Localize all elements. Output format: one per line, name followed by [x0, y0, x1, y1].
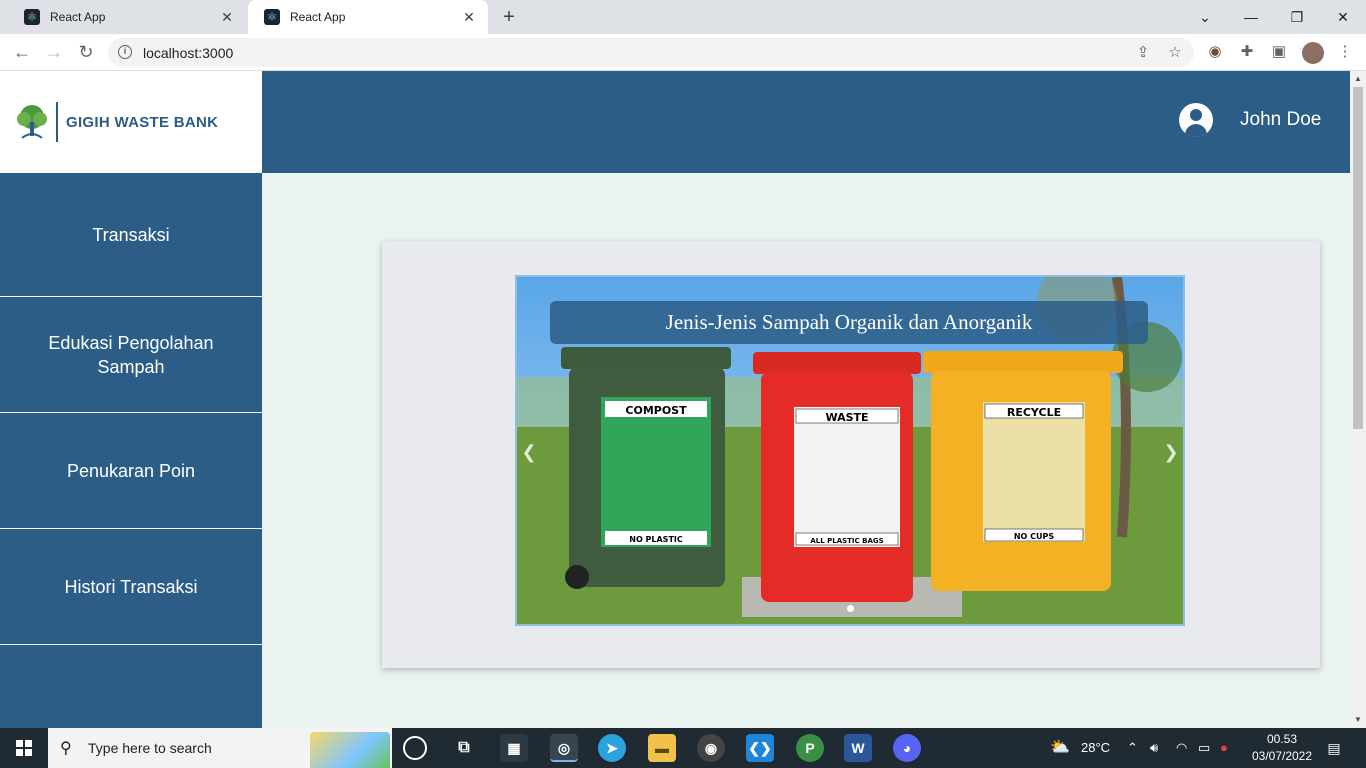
bin-label-waste: WASTE [825, 411, 868, 424]
extensions-puzzle-icon[interactable]: ✚ [1236, 41, 1258, 63]
sidebar-item-histori[interactable]: Histori Transaksi [0, 529, 262, 645]
task-view-icon[interactable]: ⧉ [450, 734, 478, 762]
notification-icon[interactable]: ▤ [1324, 738, 1344, 758]
content-card: COMPOST NO PLASTIC WASTE ALL PLASTIC BAG… [382, 241, 1320, 668]
bin-label-recycle: RECYCLE [1007, 406, 1061, 419]
brand-name: GIGIH WASTE BANK [66, 113, 219, 131]
word-icon[interactable]: W [844, 734, 872, 762]
profile-avatar[interactable] [1302, 42, 1324, 64]
image-carousel[interactable]: COMPOST NO PLASTIC WASTE ALL PLASTIC BAG… [515, 275, 1185, 626]
scroll-down-icon[interactable]: ▼ [1350, 712, 1366, 728]
sidebar-item-transaksi[interactable]: Transaksi [0, 173, 262, 297]
search-placeholder: Type here to search [88, 740, 212, 756]
forward-icon[interactable]: → [42, 40, 66, 64]
battery-icon[interactable]: ▭ [1198, 728, 1210, 768]
tree-logo-icon [17, 105, 47, 139]
microsoft-store-icon[interactable]: ▦ [500, 734, 528, 762]
bookmark-star-icon[interactable]: ☆ [1164, 42, 1186, 64]
discord-icon[interactable]: ◕ [893, 734, 921, 762]
tray-chevron-icon[interactable]: ⌃ [1127, 728, 1138, 768]
browser-tab-strip: ⚛ React App ✕ ⚛ React App ✕ + ⌄ — ❐ ✕ [0, 0, 1366, 34]
browser-tab[interactable]: ⚛ React App ✕ [8, 0, 246, 34]
bin-label-compost: COMPOST [625, 404, 687, 417]
clock-time: 00.53 [1266, 732, 1298, 746]
carousel-prev-icon[interactable]: ❮ [519, 437, 539, 467]
sidebar-item-edukasi[interactable]: Edukasi Pengolahan Sampah [0, 297, 262, 413]
file-explorer-icon[interactable]: ▬ [648, 734, 676, 762]
minimize-button[interactable]: — [1228, 0, 1274, 34]
site-info-icon[interactable]: i [118, 45, 132, 59]
user-avatar-icon[interactable] [1179, 103, 1213, 137]
user-name[interactable]: John Doe [1240, 109, 1321, 131]
clock-date: 03/07/2022 [1251, 749, 1313, 763]
tab-title: React App [50, 10, 106, 24]
top-header: John Doe [262, 71, 1350, 173]
sidebar: Transaksi Edukasi Pengolahan Sampah Penu… [0, 173, 262, 728]
sidebar-item-penukaran-poin[interactable]: Penukaran Poin [0, 413, 262, 529]
close-icon[interactable]: ✕ [460, 8, 478, 26]
close-icon[interactable]: ✕ [218, 8, 236, 26]
vscode-icon[interactable]: ❮❯ [746, 734, 774, 762]
scroll-up-icon[interactable]: ▲ [1350, 71, 1366, 87]
tab-title: React App [290, 10, 346, 24]
tab-search-icon[interactable]: ⌄ [1182, 0, 1228, 34]
logo[interactable]: GIGIH WASTE BANK [0, 71, 262, 173]
extension-owl-icon[interactable]: ◉ [1204, 41, 1226, 63]
windows-logo-icon [16, 740, 32, 756]
windows-taskbar: ⚲ Type here to search ⧉ ▦ ◎ ➤ ▬ ◉ ❮❯ P W… [0, 728, 1366, 768]
chrome-icon[interactable]: ◎ [550, 734, 578, 762]
carousel-caption: Jenis-Jenis Sampah Organik dan Anorganik [550, 301, 1148, 344]
share-icon[interactable]: ⇪ [1132, 42, 1154, 64]
wifi-icon[interactable]: ◠ [1176, 728, 1187, 768]
telegram-icon[interactable]: ➤ [598, 734, 626, 762]
new-tab-button[interactable]: + [498, 6, 520, 28]
reload-icon[interactable]: ↻ [74, 40, 98, 64]
react-icon: ⚛ [264, 9, 280, 25]
page-scrollbar[interactable]: ▲ ▼ [1350, 71, 1366, 728]
search-icon: ⚲ [60, 740, 72, 757]
search-highlight-image [310, 732, 390, 768]
carousel-indicators [847, 605, 854, 612]
browser-toolbar: ← → ↻ i localhost:3000 ⇪ ☆ ◉ ✚ ▣ ⋮ [0, 34, 1366, 71]
window-close-button[interactable]: ✕ [1320, 0, 1366, 34]
bin-sublabel-recycle: NO CUPS [1014, 532, 1055, 541]
menu-kebab-icon[interactable]: ⋮ [1334, 41, 1356, 63]
side-panel-icon[interactable]: ▣ [1268, 41, 1290, 63]
address-bar[interactable]: i localhost:3000 ⇪ ☆ [108, 38, 1194, 67]
url-text[interactable]: localhost:3000 [143, 45, 233, 61]
carousel-dot[interactable] [847, 605, 854, 612]
page-viewport: GIGIH WASTE BANK John Doe Transaksi Eduk… [0, 71, 1350, 728]
back-icon[interactable]: ← [10, 40, 34, 64]
taskbar-search[interactable]: ⚲ Type here to search [48, 728, 392, 768]
logo-divider [56, 102, 58, 142]
cortana-icon[interactable] [403, 736, 427, 760]
volume-icon[interactable]: 🔊︎ [1150, 728, 1158, 768]
weather-icon[interactable]: ⛅ [1050, 728, 1070, 768]
scroll-thumb[interactable] [1353, 87, 1363, 429]
react-icon: ⚛ [24, 9, 40, 25]
carousel-next-icon[interactable]: ❯ [1161, 437, 1181, 467]
chrome-profile-icon[interactable]: P [796, 734, 824, 762]
taskbar-clock[interactable]: 00.53 03/07/2022 [1250, 731, 1314, 765]
bin-sublabel-waste: ALL PLASTIC BAGS [810, 537, 883, 545]
bin-sublabel-compost: NO PLASTIC [629, 535, 683, 544]
start-button[interactable] [0, 728, 48, 768]
browser-tab-active[interactable]: ⚛ React App ✕ [248, 0, 488, 34]
network-warning-icon[interactable]: ● [1220, 728, 1228, 768]
restore-button[interactable]: ❐ [1274, 0, 1320, 34]
weather-temp[interactable]: 28°C [1081, 728, 1110, 768]
media-player-icon[interactable]: ◉ [697, 734, 725, 762]
